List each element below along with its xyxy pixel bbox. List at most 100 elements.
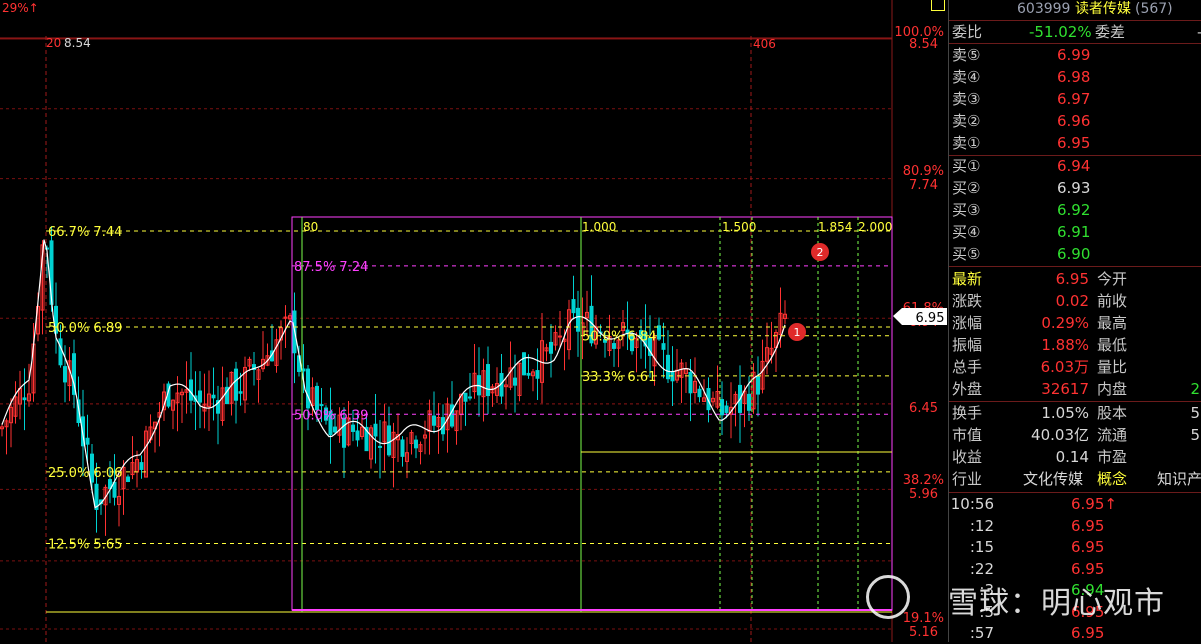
marker-badge-2: 2 (811, 243, 829, 261)
axis-price-label: 8.54 (909, 37, 938, 52)
concept-label: 概念 (1097, 470, 1128, 488)
fib-left-label: 25.0% 6.06 (48, 466, 122, 481)
candle-body (720, 399, 724, 416)
candle-body (355, 430, 360, 441)
corner-right-label: 406 (753, 37, 776, 51)
candle-body (319, 404, 324, 407)
candle-body (756, 375, 760, 395)
candle-body (63, 366, 67, 383)
axis-percent-label: 38.2% (903, 473, 944, 488)
stat2-label: 收益 (952, 448, 983, 466)
tick-row[interactable]: :57 6.95 (949, 622, 1201, 644)
buy-label: 买② (952, 179, 981, 197)
sell-price: 6.98 (1057, 68, 1091, 86)
tick-time: :57 (969, 624, 994, 642)
kline-chart[interactable]: 66.7% 7.44 50.0% 6.89 25.0% 6.06 12.5% 5.65… (0, 0, 948, 642)
fib-left-label: 50.0% 6.89 (48, 321, 122, 336)
corner-left-label: 20 (46, 36, 61, 50)
sell-label: 卖④ (952, 68, 981, 86)
stat-label-2: 最高 (1097, 314, 1128, 332)
candle-body (189, 379, 193, 401)
stat-label: 振幅 (952, 336, 983, 354)
candle-body (373, 423, 378, 437)
candle-body (549, 341, 553, 354)
stock-name: 读者传媒 (1075, 1, 1131, 17)
stat2-row: 换手 1.05% 股本 5 (949, 402, 1201, 424)
stat2-value-2: 5 (1190, 426, 1200, 444)
weibi-label: 委比 (952, 23, 983, 41)
tick-time: :22 (969, 559, 994, 578)
stat-value: 32617 (1041, 380, 1089, 398)
badge-text: 1 (794, 326, 801, 339)
candle-body (126, 476, 130, 482)
candle-body (58, 338, 63, 366)
tick-row[interactable]: :22 6.95 (949, 558, 1201, 580)
candle-body (697, 388, 702, 398)
fib-right-label: 50.0% 6.84 (582, 330, 656, 345)
axis-percent-label: 80.9% (903, 164, 944, 179)
buy-row: 买① 6.94 (949, 155, 1201, 177)
buy-price: 6.94 (1057, 157, 1091, 175)
sell-row: 卖① 6.95 (949, 132, 1201, 154)
buy-label: 买③ (952, 201, 981, 219)
buy-label: 买④ (952, 223, 981, 241)
buy-label: 买⑤ (952, 245, 981, 263)
candle-body (468, 396, 472, 399)
stat-value: 0.29% (1041, 314, 1089, 332)
candle-body (22, 397, 27, 401)
top-left-label: 29%↑ (2, 1, 39, 15)
candle-body (463, 392, 468, 402)
axis-price-label: 6.45 (909, 401, 938, 416)
sell-price: 6.96 (1057, 112, 1091, 130)
axis-price-label: 5.16 (909, 625, 938, 640)
window-icon[interactable] (931, 0, 945, 11)
weicha-label: 委差 (1095, 23, 1126, 41)
stat2-label-2: 市盈 (1097, 448, 1128, 466)
buy-row: 买⑤ 6.90 (949, 243, 1201, 265)
tick-price: 6.95 (1071, 624, 1105, 642)
industry-value: 文化传媒 (1023, 470, 1084, 488)
candle-body (85, 437, 90, 445)
stat2-label: 换手 (952, 404, 983, 422)
candle-body (558, 335, 562, 338)
watermark: 雪球：明心观市 (948, 586, 1165, 621)
stat-row: 振幅 1.88% 最低 (949, 334, 1201, 356)
candle-body (139, 462, 144, 470)
buy-price: 6.92 (1057, 201, 1091, 219)
candle-body (526, 372, 531, 376)
weibi-row: 委比 -51.02% 委差 - (949, 21, 1201, 43)
tick-row[interactable]: :15 6.95 (949, 536, 1201, 558)
tick-row[interactable]: :12 6.95 (949, 515, 1201, 537)
stat2-row: 市值 40.03亿 流通 5 (949, 424, 1201, 446)
buy-price: 6.91 (1057, 223, 1091, 241)
fib-mid-label: 87.5% 7.24 (294, 260, 368, 275)
candle-body (306, 368, 310, 409)
candle-body (414, 439, 418, 449)
candle-body (513, 377, 517, 386)
stat2-row: 收益 0.14 市盈 (949, 446, 1201, 468)
stock-code: 603999 (1017, 1, 1071, 17)
stat-value: 6.95 (1055, 270, 1089, 288)
badge-text: 2 (817, 246, 824, 259)
stat2-value-2: 5 (1190, 404, 1200, 422)
sell-price: 6.95 (1057, 134, 1091, 152)
tick-price: 6.95 (1071, 538, 1105, 556)
stat2-value: 0.14 (1055, 448, 1089, 466)
tick-time: :15 (969, 538, 994, 556)
industry-label: 行业 (952, 470, 983, 488)
candle-body (688, 371, 693, 394)
tick-row[interactable]: 10:56 6.95↑ (949, 493, 1201, 515)
candle-body (378, 445, 382, 448)
stat-label: 涨跌 (952, 292, 983, 310)
candle-body (198, 390, 202, 403)
xueqiu-logo-icon (866, 575, 910, 619)
candle-body (657, 325, 661, 340)
fib-top-mark: 1.000 (582, 220, 616, 234)
sell-label: 卖② (952, 112, 981, 130)
sell-label: 卖③ (952, 90, 981, 108)
stat-value: 6.03万 (1040, 358, 1089, 376)
stat-label: 最新 (952, 270, 983, 288)
axis-percent-label: 19.1% (903, 611, 944, 626)
sell-row: 卖③ 6.97 (949, 88, 1201, 110)
stat-value: 0.02 (1055, 292, 1089, 310)
